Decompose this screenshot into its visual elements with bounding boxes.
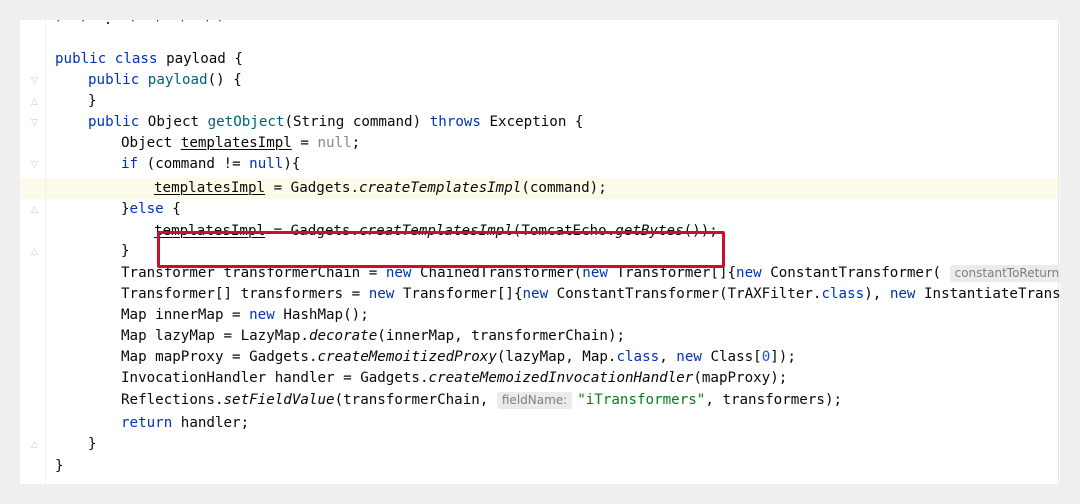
code-line: Reflections.setFieldValue(transformerCha…: [20, 390, 1060, 411]
fold-marker-icon[interactable]: ▽: [30, 118, 39, 128]
code-text: }: [88, 436, 97, 452]
code-line: InvocationHandler handler = Gadgets.crea…: [20, 368, 1060, 389]
fold-end-icon[interactable]: △: [30, 97, 39, 107]
code-text: InvocationHandler handler = Gadgets.crea…: [121, 370, 788, 386]
code-text: Map innerMap = new HashMap();: [121, 307, 369, 323]
code-text: public class payload {: [55, 51, 243, 67]
code-line: △ }: [20, 91, 1060, 112]
code-line-current: templatesImpl = Gadgets.createTemplatesI…: [20, 178, 1060, 199]
code-text: public payload() {: [88, 72, 242, 88]
code-text: }else {: [121, 201, 181, 217]
code-text: Transformer[] transformers = new Transfo…: [121, 286, 1060, 302]
code-line: public class payload {: [20, 49, 1060, 70]
code-line: }: [20, 456, 1060, 477]
code-text: public Object getObject(String command) …: [88, 114, 584, 130]
code-line: return handler;: [20, 413, 1060, 434]
code-text: }: [55, 458, 64, 474]
code-line: Map innerMap = new HashMap();: [20, 305, 1060, 326]
code-text: Reflections.setFieldValue(transformerCha…: [121, 392, 843, 409]
parameter-hint: constantToReturn:: [949, 265, 1060, 282]
code-line: Object templatesImpl = null;: [20, 133, 1060, 154]
code-line: △ }: [20, 434, 1060, 455]
code-line: ▽ if (command != null){: [20, 154, 1060, 175]
fold-end-icon[interactable]: △: [30, 247, 39, 257]
code-line: Transformer[] transformers = new Transfo…: [20, 284, 1060, 305]
code-line: ▽ public payload() {: [20, 70, 1060, 91]
code-editor[interactable]: ' ' · ' ' ' '' public class payload { ▽ …: [20, 20, 1060, 484]
code-line: Map mapProxy = Gadgets.createMemoitizedP…: [20, 347, 1060, 368]
code-text: templatesImpl = Gadgets.createTemplatesI…: [154, 180, 607, 196]
code-text: Map mapProxy = Gadgets.createMemoitizedP…: [121, 349, 796, 365]
highlight-annotation-box: [157, 231, 725, 268]
fold-end-icon[interactable]: △: [30, 205, 39, 215]
code-line: ▽ public Object getObject(String command…: [20, 112, 1060, 133]
fold-marker-icon[interactable]: ▽: [30, 160, 39, 170]
fold-marker-icon[interactable]: ▽: [30, 76, 39, 86]
code-text: }: [121, 243, 130, 259]
code-line: △ }else {: [20, 199, 1060, 220]
code-line: Map lazyMap = LazyMap.decorate(innerMap,…: [20, 326, 1060, 347]
fold-end-icon[interactable]: △: [30, 440, 39, 450]
code-text: return handler;: [121, 415, 250, 431]
code-text: Object templatesImpl = null;: [121, 135, 361, 151]
parameter-hint: fieldName:: [496, 392, 573, 409]
code-text: if (command != null){: [121, 156, 301, 172]
code-text: }: [88, 93, 97, 109]
code-text: Map lazyMap = LazyMap.decorate(innerMap,…: [121, 328, 626, 344]
